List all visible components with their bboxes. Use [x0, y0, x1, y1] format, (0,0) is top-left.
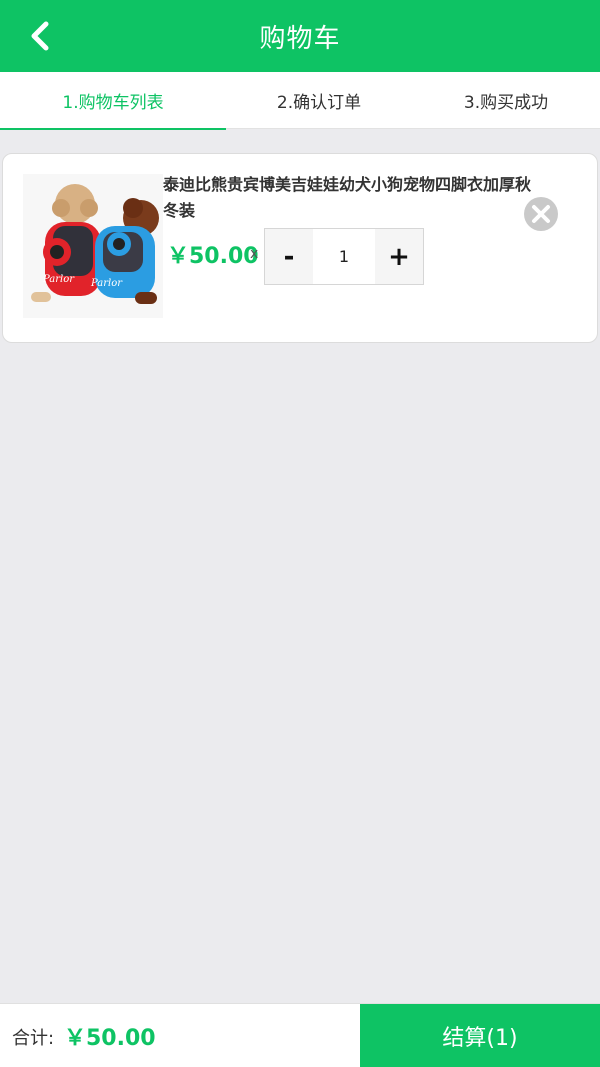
checkout-bar: 合计: ￥50.00 结算(1)	[0, 1003, 600, 1067]
close-circle-icon	[524, 197, 558, 231]
chevron-left-icon	[31, 21, 49, 51]
decrement-button[interactable]: -	[265, 229, 313, 284]
total-value: ￥50.00	[64, 1026, 156, 1051]
step-cart-list[interactable]: 1.购物车列表	[0, 72, 226, 130]
quantity-multiplier: x	[250, 246, 259, 262]
cart-item: Parlor Parlor 泰迪比熊贵宾博美吉娃娃幼犬小狗宠物四脚衣加厚秋冬装 …	[2, 153, 598, 343]
back-button[interactable]	[22, 18, 58, 54]
page-title: 购物车	[259, 23, 341, 54]
increment-button[interactable]: +	[375, 229, 423, 284]
product-image-brand-text: Parlor	[42, 274, 75, 285]
product-title[interactable]: 泰迪比熊贵宾博美吉娃娃幼犬小狗宠物四脚衣加厚秋冬装	[163, 172, 543, 224]
step-purchase-success[interactable]: 3.购买成功	[412, 72, 600, 129]
product-image-brand-text-2: Parlor	[90, 278, 123, 289]
checkout-steps: 1.购物车列表 2.确认订单 3.购买成功	[0, 72, 600, 130]
product-image[interactable]: Parlor Parlor	[23, 174, 163, 318]
step-confirm-order[interactable]: 2.确认订单	[226, 72, 412, 129]
quantity-stepper: - 1 +	[264, 228, 424, 285]
checkout-button[interactable]: 结算(1)	[360, 1004, 600, 1067]
product-price: ￥50.00	[167, 244, 259, 269]
app-header: 购物车	[0, 0, 600, 72]
total-label: 合计:	[12, 1028, 55, 1049]
quantity-value[interactable]: 1	[313, 229, 375, 284]
remove-item-button[interactable]	[523, 196, 559, 232]
